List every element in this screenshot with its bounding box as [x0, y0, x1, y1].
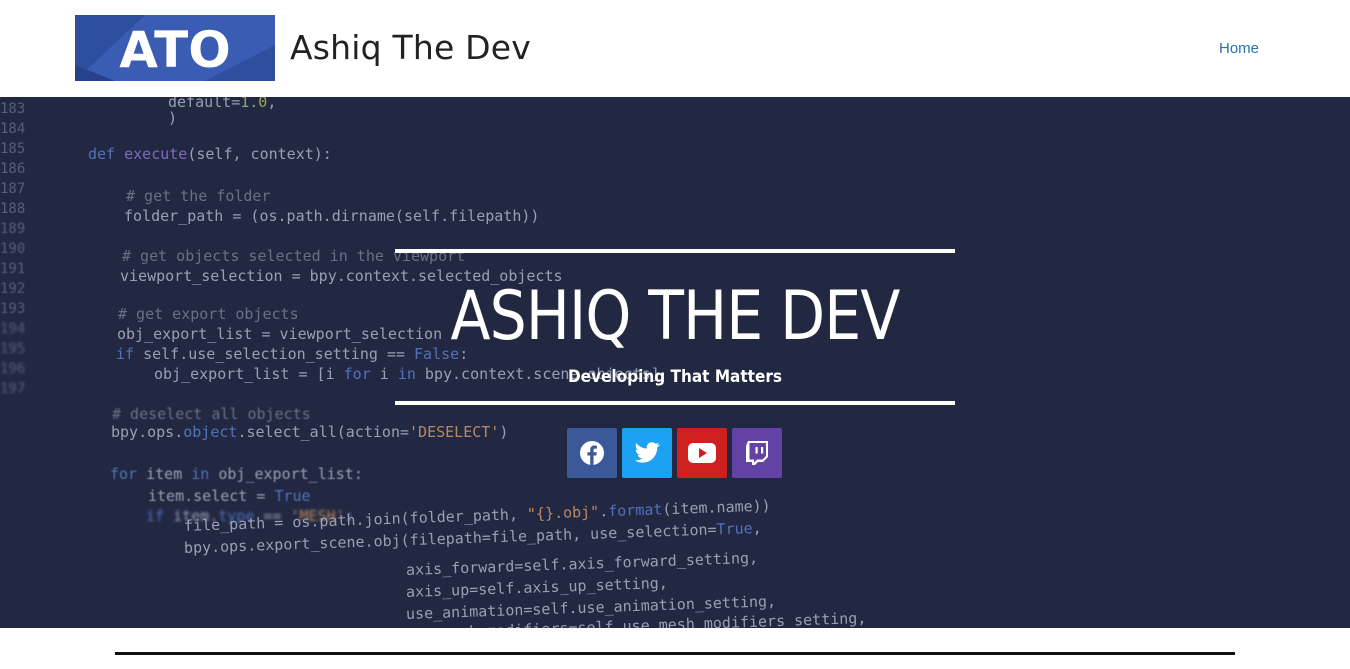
- nav-home-link[interactable]: Home: [1219, 40, 1259, 57]
- hero-top-rule: [395, 249, 955, 253]
- hero-subtitle: Developing That Matters: [567, 367, 783, 387]
- hero-title: ASHIQ THE DEV: [450, 277, 900, 356]
- code-background-image: 183 184 185 186 187 188 189 190 191 192 …: [0, 97, 867, 628]
- twitch-button[interactable]: [732, 428, 782, 478]
- twitter-button[interactable]: [622, 428, 672, 478]
- site-logo[interactable]: ATO: [75, 15, 275, 81]
- logo-text: ATO: [119, 21, 230, 79]
- social-links: [567, 428, 782, 478]
- facebook-icon: [580, 441, 604, 465]
- youtube-icon: [688, 443, 716, 463]
- twitch-icon: [746, 441, 768, 465]
- twitter-icon: [634, 442, 660, 463]
- youtube-button[interactable]: [677, 428, 727, 478]
- hero-banner: 183 184 185 186 187 188 189 190 191 192 …: [0, 97, 1350, 628]
- facebook-button[interactable]: [567, 428, 617, 478]
- hero-bottom-rule: [395, 401, 955, 405]
- section-divider: [115, 652, 1235, 655]
- site-header: ATO Ashiq The Dev Home: [0, 0, 1350, 97]
- site-title[interactable]: Ashiq The Dev: [290, 28, 531, 67]
